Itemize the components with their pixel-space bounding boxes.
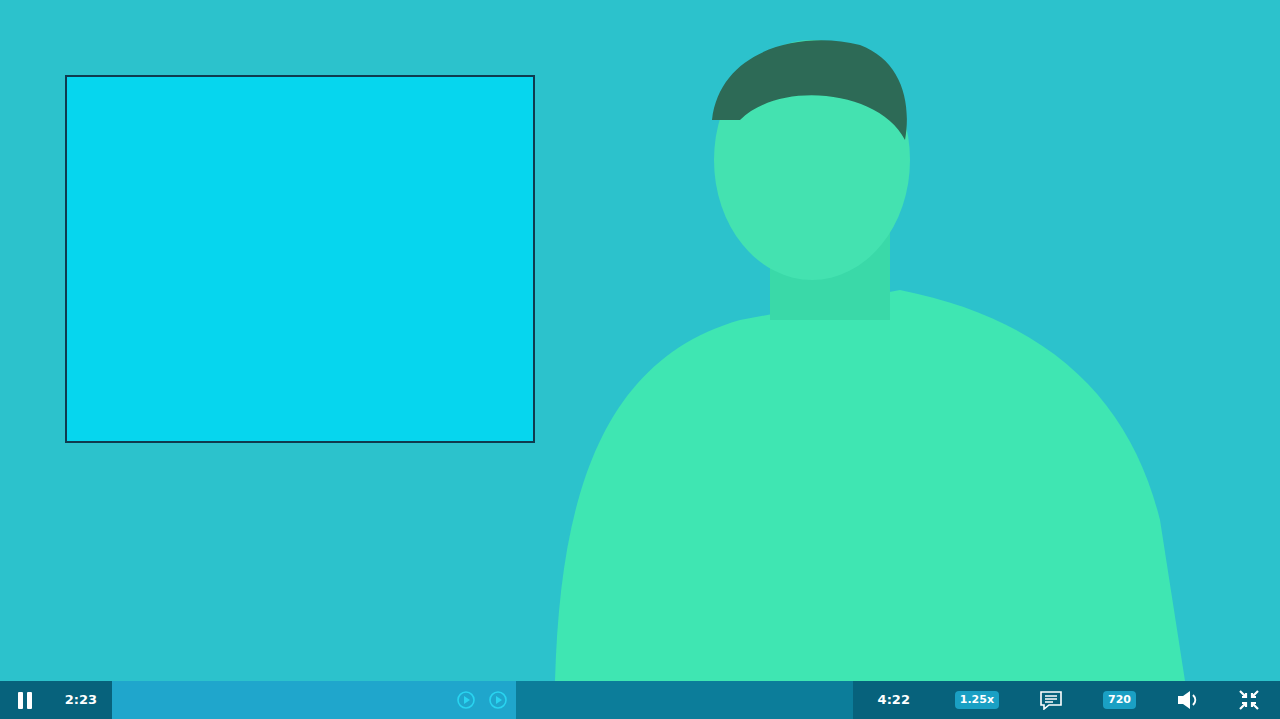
quality-button[interactable]: 720 [1083, 681, 1156, 719]
speed-label: 1.25x [955, 691, 999, 708]
replay-button[interactable] [457, 691, 475, 709]
next-button[interactable] [489, 691, 507, 709]
exit-fullscreen-button[interactable] [1218, 681, 1280, 719]
playback-buttons [457, 681, 507, 719]
subtitles-icon [1039, 690, 1063, 710]
elapsed-time: 2:23 [50, 690, 112, 710]
pause-icon [16, 691, 34, 710]
speed-button[interactable]: 1.25x [935, 681, 1019, 719]
pause-button[interactable] [0, 681, 50, 719]
control-bar: 2:23 4:22 1.25x 720 [0, 681, 1280, 719]
progress-track[interactable] [112, 681, 853, 719]
video-frame[interactable] [0, 0, 1280, 681]
quality-label: 720 [1103, 691, 1136, 708]
progress-fill [112, 681, 516, 719]
subtitles-button[interactable] [1019, 681, 1083, 719]
duration-time: 4:22 [853, 690, 935, 710]
volume-button[interactable] [1156, 681, 1218, 719]
exit-fullscreen-icon [1238, 689, 1260, 711]
play-circle-icon [457, 691, 475, 709]
play-circle-icon [489, 691, 507, 709]
speaker-icon [1176, 689, 1198, 711]
